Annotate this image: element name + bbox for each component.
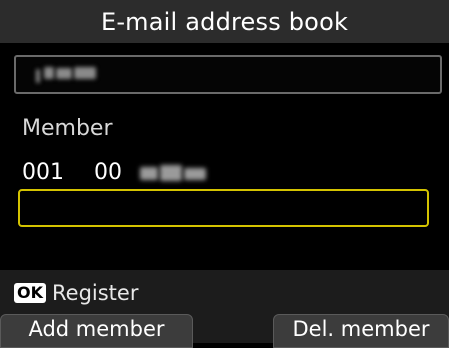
ok-hint: OK Register: [14, 280, 138, 306]
group-name-field[interactable]: [14, 55, 442, 94]
screen-title: E-mail address book: [0, 0, 449, 43]
redacted-group-name: [36, 65, 98, 83]
ok-key-icon: OK: [14, 283, 46, 303]
add-member-label: Add member: [28, 317, 165, 341]
member-label: Member: [22, 116, 113, 141]
redacted-member-name: [140, 165, 208, 183]
email-address-input[interactable]: [18, 189, 429, 227]
ok-register-label: Register: [52, 281, 139, 305]
printer-lcd-screen: E-mail address book Member 001 00 OK Reg…: [0, 0, 449, 348]
delete-member-label: Del. member: [292, 317, 430, 341]
member-number: 001: [22, 160, 64, 185]
member-type-code: 00: [94, 160, 122, 185]
